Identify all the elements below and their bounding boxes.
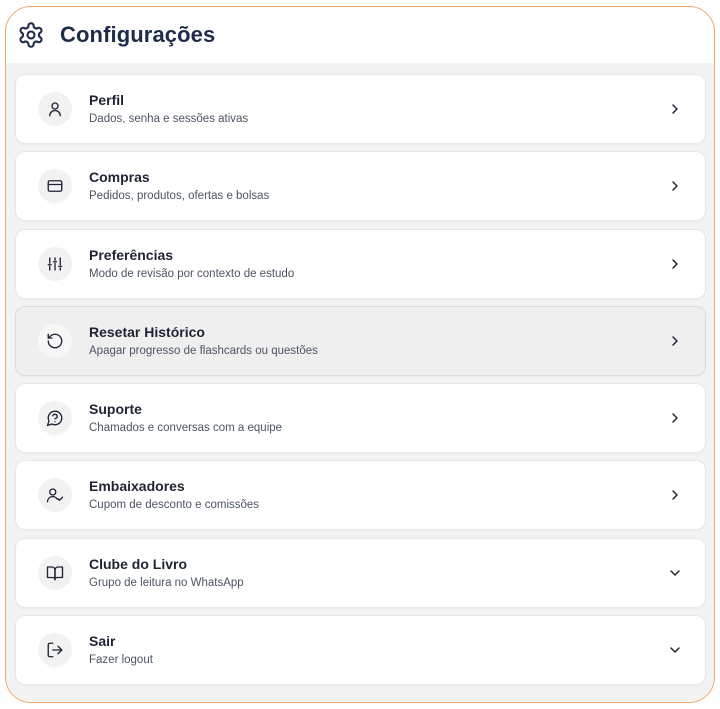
settings-item-clube-do-livro[interactable]: Clube do Livro Grupo de leitura no Whats… [15,537,706,608]
chevron-right-icon [672,181,678,192]
user-icon [38,92,72,126]
settings-item-subtitle: Dados, senha e sessões ativas [89,113,249,125]
settings-item-title: Clube do Livro [89,555,187,572]
settings-item-sair[interactable]: Sair Fazer logout [15,615,706,686]
reset-icon [38,323,72,358]
settings-item-title: Embaixadores [89,478,185,495]
user-check-icon [38,478,72,513]
settings-item-subtitle: Modo de revisão por contexto de estudo [89,267,295,280]
gear-icon [16,20,46,50]
settings-list: Perfil Dados, senha e sessões ativas Com… [6,63,714,702]
settings-item-title: Perfil [89,92,125,108]
settings-item-perfil[interactable]: Perfil Dados, senha e sessões ativas [15,74,706,144]
settings-item-subtitle: Cupom de desconto e comissões [89,499,260,512]
settings-item-subtitle: Pedidos, produtos, ofertas e bolsas [89,190,270,203]
settings-item-preferencias[interactable]: Preferências Modo de revisão por context… [15,228,706,299]
settings-item-resetar-historico[interactable]: Resetar Histórico Apagar progresso de fl… [15,305,706,376]
page-title: Configurações [60,22,216,47]
chevron-right-icon [672,258,678,269]
settings-item-title: Preferências [89,246,174,263]
chevron-down-icon [670,647,680,653]
settings-item-subtitle: Fazer logout [89,654,153,667]
settings-header: Configurações [6,7,714,63]
chevron-right-icon [672,336,678,346]
sliders-icon [38,246,72,281]
help-chat-icon [38,401,72,436]
settings-item-subtitle: Chamados e conversas com a equipe [89,422,283,435]
settings-item-title: Sair [89,633,116,650]
chevron-right-icon [672,104,678,114]
chevron-down-icon [670,570,680,576]
settings-item-compras[interactable]: Compras Pedidos, produtos, ofertas e bol… [15,151,706,222]
credit-card-icon [38,169,72,204]
logout-icon [38,633,72,668]
settings-item-subtitle: Grupo de leitura no WhatsApp [89,576,244,589]
settings-item-suporte[interactable]: Suporte Chamados e conversas com a equip… [15,383,706,454]
settings-item-embaixadores[interactable]: Embaixadores Cupom de desconto e comissõ… [15,460,706,531]
settings-item-title: Suporte [89,401,142,418]
chevron-right-icon [672,413,678,423]
settings-item-title: Compras [89,169,150,186]
settings-item-title: Resetar Histórico [89,323,205,340]
settings-item-subtitle: Apagar progresso de flashcards ou questõ… [89,344,318,357]
book-open-icon [38,555,72,590]
chevron-right-icon [672,490,678,501]
settings-panel: Configurações Perfil Dados, senha e sess… [5,6,715,703]
